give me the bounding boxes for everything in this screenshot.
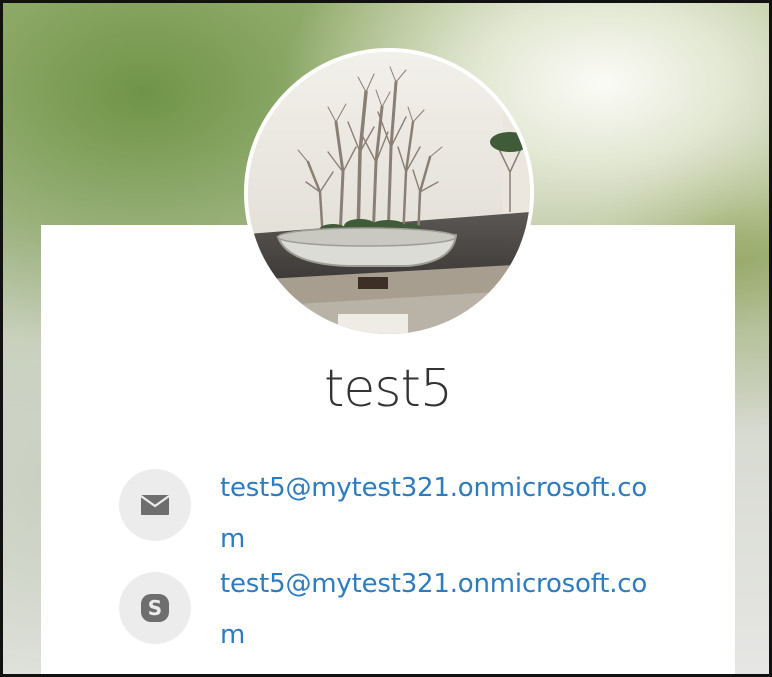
profile-card-window: test5 test5@mytest321.onmicrosoft.com S … (0, 0, 772, 677)
email-contact-row: test5@mytest321.onmicrosoft.com (119, 463, 659, 563)
skype-icon[interactable]: S (119, 572, 191, 644)
bonsai-photo (248, 52, 530, 334)
email-link[interactable]: test5@mytest321.onmicrosoft.com (220, 463, 660, 565)
profile-avatar (244, 48, 534, 338)
skype-contact-row: S test5@mytest321.onmicrosoft.com (119, 565, 659, 665)
profile-name: test5 (324, 359, 453, 419)
svg-text:S: S (148, 596, 162, 620)
envelope-icon[interactable] (119, 469, 191, 541)
skype-link[interactable]: test5@mytest321.onmicrosoft.com (220, 559, 660, 661)
